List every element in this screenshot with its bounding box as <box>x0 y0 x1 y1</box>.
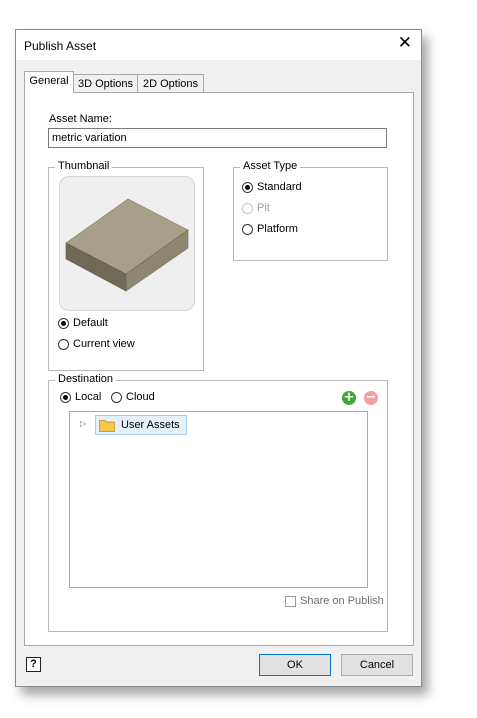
radio-dot <box>58 338 69 350</box>
checkbox-box <box>285 595 296 607</box>
minus-circle-icon[interactable]: − <box>364 391 378 405</box>
dialog-title: Publish Asset <box>24 39 97 53</box>
destination-group-title: Destination <box>55 373 117 385</box>
asset-type-group-title: Asset Type <box>240 160 301 172</box>
title-bar: Publish Asset ✕ <box>16 30 421 60</box>
thumbnail-group-title: Thumbnail <box>55 160 113 172</box>
radio-dot <box>111 391 122 403</box>
tree-item-label: User Assets <box>121 419 180 431</box>
destination-local-label: Local <box>75 391 102 403</box>
destination-local-radio[interactable]: Local <box>60 391 101 403</box>
tree-item-user-assets[interactable]: User Assets <box>95 415 187 435</box>
asset-type-standard-label: Standard <box>257 181 302 193</box>
thumbnail-preview <box>59 176 195 311</box>
share-on-publish-checkbox[interactable]: Share on Publish <box>285 595 384 607</box>
asset-name-label: Asset Name: <box>49 113 112 125</box>
share-on-publish-label: Share on Publish <box>300 595 384 607</box>
tab-general[interactable]: General <box>24 71 74 93</box>
folder-icon <box>99 419 115 432</box>
destination-tree[interactable]: ▷ User Assets <box>69 411 368 588</box>
thumbnail-current-view-radio[interactable]: Current view <box>58 338 135 350</box>
thumbnail-default-label: Default <box>73 317 108 329</box>
asset-type-platform-label: Platform <box>257 223 298 235</box>
destination-cloud-radio[interactable]: Cloud <box>111 391 155 403</box>
ok-button[interactable]: OK <box>259 654 331 676</box>
destination-cloud-label: Cloud <box>126 391 155 403</box>
cancel-button[interactable]: Cancel <box>341 654 413 676</box>
radio-dot <box>242 202 253 214</box>
publish-asset-dialog: Publish Asset ✕ General 3D Options 2D Op… <box>15 29 422 687</box>
plus-circle-icon[interactable]: + <box>342 391 356 405</box>
tab-3d-options[interactable]: 3D Options <box>73 74 138 93</box>
radio-dot <box>60 391 71 403</box>
asset-type-platform-radio[interactable]: Platform <box>242 223 298 235</box>
asset-type-pit-radio: Pit <box>242 202 270 214</box>
radio-dot <box>58 317 69 329</box>
asset-name-input[interactable]: metric variation <box>48 128 387 148</box>
thumbnail-default-radio[interactable]: Default <box>58 317 108 329</box>
radio-dot <box>242 223 253 235</box>
triangle-right-icon[interactable]: ▷ <box>80 419 86 428</box>
thumbnail-current-view-label: Current view <box>73 338 135 350</box>
help-icon[interactable]: ? <box>26 657 41 672</box>
close-icon[interactable]: ✕ <box>398 33 412 53</box>
box-model-icon <box>65 198 189 292</box>
asset-type-pit-label: Pit <box>257 202 270 214</box>
asset-type-standard-radio[interactable]: Standard <box>242 181 302 193</box>
radio-dot <box>242 181 253 193</box>
tab-2d-options[interactable]: 2D Options <box>137 74 204 93</box>
